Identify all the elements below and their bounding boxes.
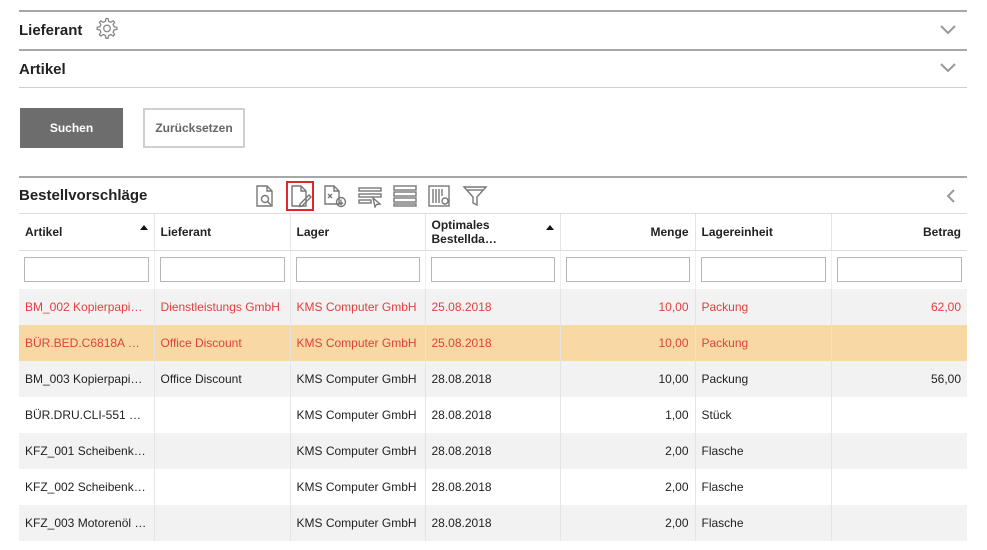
filter-input-betrag[interactable] (836, 257, 962, 283)
column-header-lager[interactable]: Lager (289, 213, 425, 251)
panel-title-lieferant: Lieferant (19, 22, 83, 39)
sort-asc-icon (139, 225, 148, 230)
filter-input-artikel[interactable] (24, 257, 149, 283)
gear-icon[interactable] (94, 16, 118, 45)
document-search-icon[interactable] (251, 181, 279, 211)
filter-input-lagereinheit[interactable] (700, 257, 826, 283)
chevron-left-icon[interactable] (945, 188, 957, 209)
barcode-settings-icon[interactable] (426, 181, 454, 211)
list-rows-icon[interactable] (391, 181, 419, 211)
column-header-lieferant[interactable]: Lieferant (153, 213, 290, 251)
panel-lieferant[interactable]: Lieferant (19, 10, 967, 49)
filter-icon[interactable] (461, 181, 489, 211)
filter-input-lieferant[interactable] (159, 257, 285, 283)
column-header-menge[interactable]: Menge (559, 213, 695, 251)
filter-input-lager[interactable] (295, 257, 420, 283)
table-row[interactable]: KFZ_002 Scheibenkl… KMS Computer GmbH 28… (19, 468, 967, 505)
column-header-bestelldatum[interactable]: Optimales Bestellda… (424, 213, 560, 251)
chevron-down-icon[interactable] (939, 22, 957, 40)
table-row[interactable]: BÜR.BED.C6818A H… Office Discount KMS Co… (19, 324, 967, 361)
filter-input-menge[interactable] (565, 257, 690, 283)
table-row[interactable]: BM_002 Kopierpapie… Dienstleistungs GmbH… (19, 288, 967, 325)
column-header-lagereinheit[interactable]: Lagereinheit (694, 213, 831, 251)
sort-asc-icon (545, 225, 554, 230)
filter-input-bestelldatum[interactable] (430, 257, 555, 283)
order-suggestions-grid: Bestellvorschläge Artikel Lieferant Lage… (19, 176, 967, 541)
table-row[interactable]: KFZ_001 Scheibenkl… KMS Computer GmbH 28… (19, 432, 967, 469)
reset-button[interactable]: Zurücksetzen (143, 108, 245, 148)
grid-table: Artikel Lieferant Lager Optimales Bestel… (19, 213, 967, 541)
search-button[interactable]: Suchen (20, 108, 123, 148)
panel-title-artikel: Artikel (19, 60, 66, 78)
panel-artikel[interactable]: Artikel (19, 49, 967, 88)
select-rows-icon[interactable] (356, 181, 384, 211)
grid-toolbar (251, 178, 489, 213)
table-row[interactable]: BÜR.DRU.CLI-551 B… KMS Computer GmbH 28.… (19, 396, 967, 433)
document-export-icon[interactable] (321, 181, 349, 211)
chevron-down-icon[interactable] (939, 60, 957, 78)
document-edit-icon[interactable] (286, 180, 314, 211)
table-row[interactable]: BM_003 Kopierpapie… Office Discount KMS … (19, 360, 967, 397)
column-header-artikel[interactable]: Artikel (19, 213, 154, 251)
table-row[interactable]: KFZ_003 Motorenöl … KMS Computer GmbH 28… (19, 504, 967, 541)
grid-title: Bestellvorschläge (19, 187, 148, 204)
column-header-betrag[interactable]: Betrag (830, 213, 967, 251)
